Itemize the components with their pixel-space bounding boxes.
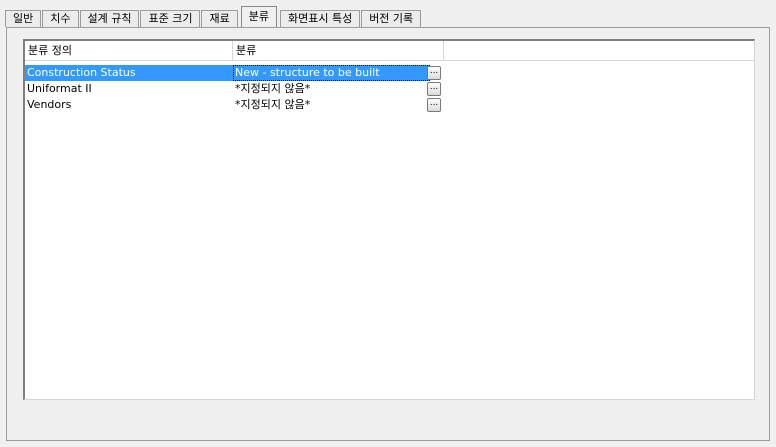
table-row[interactable]: Uniformat II *지정되지 않음* ... bbox=[25, 81, 754, 97]
grid-header: 분류 정의 분류 bbox=[25, 41, 754, 61]
ellipsis-button[interactable]: ... bbox=[427, 82, 441, 96]
column-header-empty bbox=[444, 41, 754, 60]
tab-version-history[interactable]: 버전 기록 bbox=[361, 10, 422, 27]
tab-general[interactable]: 일반 bbox=[5, 10, 42, 27]
tab-dimensions[interactable]: 치수 bbox=[42, 10, 79, 27]
ellipsis-button[interactable]: ... bbox=[427, 98, 441, 112]
properties-dialog: 일반 치수 설계 규칙 표준 크기 재료 분류 화면표시 특성 버전 기록 분류… bbox=[0, 0, 776, 447]
tab-display-properties[interactable]: 화면표시 특성 bbox=[279, 10, 361, 27]
ellipsis-button[interactable]: ... bbox=[427, 66, 441, 80]
classification-grid: 분류 정의 분류 Construction Status New - struc… bbox=[23, 39, 755, 400]
row-value[interactable]: *지정되지 않음* bbox=[233, 97, 430, 113]
tab-strip: 일반 치수 설계 규칙 표준 크기 재료 분류 화면표시 특성 버전 기록 bbox=[5, 6, 422, 27]
row-value[interactable]: *지정되지 않음* bbox=[233, 81, 430, 97]
tab-classifications[interactable]: 분류 bbox=[240, 6, 277, 27]
row-value[interactable]: New - structure to be built bbox=[233, 65, 430, 81]
column-header-classification[interactable]: 분류 bbox=[233, 41, 444, 60]
row-name[interactable]: Uniformat II bbox=[25, 81, 233, 97]
row-name[interactable]: Vendors bbox=[25, 97, 233, 113]
tab-design-rules[interactable]: 설계 규칙 bbox=[79, 10, 140, 27]
row-name[interactable]: Construction Status bbox=[25, 65, 233, 81]
table-row[interactable]: Vendors *지정되지 않음* ... bbox=[25, 97, 754, 113]
table-row[interactable]: Construction Status New - structure to b… bbox=[25, 65, 754, 81]
tab-materials[interactable]: 재료 bbox=[201, 10, 238, 27]
column-header-classification-definition[interactable]: 분류 정의 bbox=[25, 41, 233, 60]
tab-standard-sizes[interactable]: 표준 크기 bbox=[140, 10, 201, 27]
